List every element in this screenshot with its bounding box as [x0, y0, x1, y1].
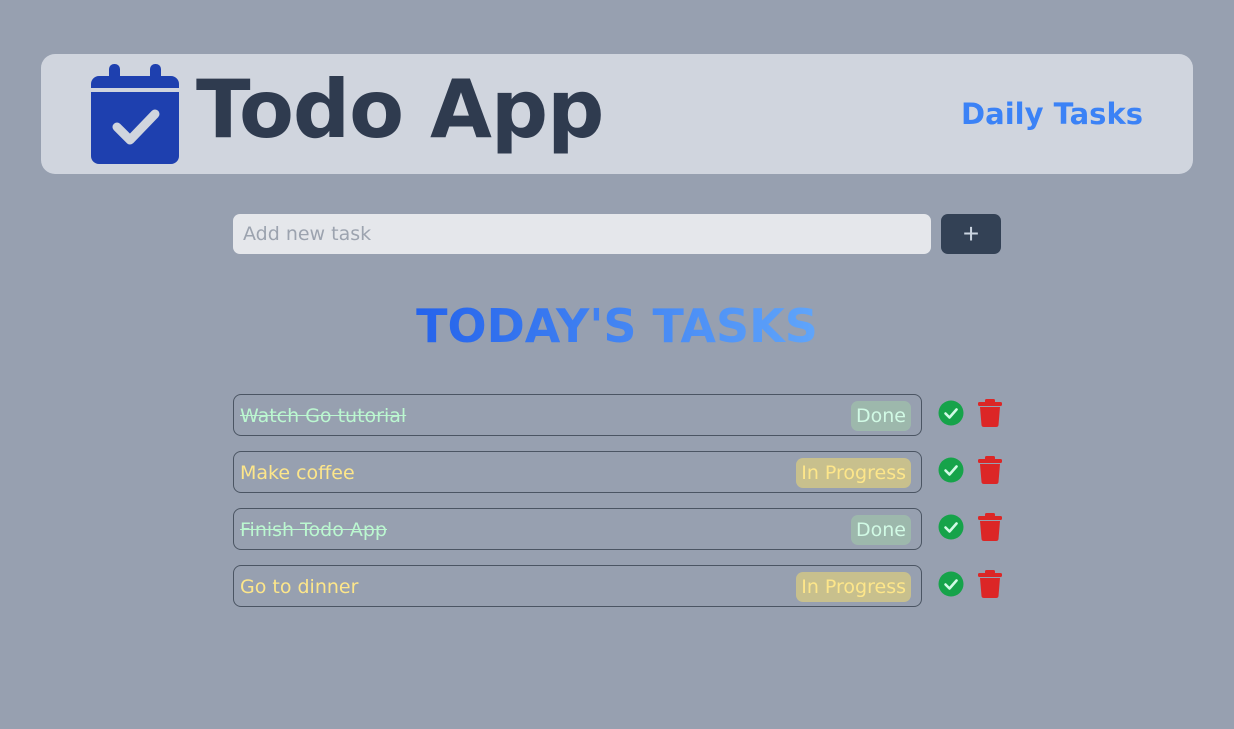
task-row: Watch Go tutorial Done: [233, 394, 1013, 436]
delete-trash-icon[interactable]: [977, 399, 1003, 427]
task-row: Go to dinner In Progress: [233, 565, 1013, 607]
status-badge: Done: [851, 401, 911, 431]
status-badge: Done: [851, 515, 911, 545]
task-text: Go to dinner: [240, 576, 359, 598]
complete-check-icon[interactable]: [938, 457, 964, 483]
calendar-check-icon: [91, 64, 179, 164]
status-badge: In Progress: [796, 572, 911, 602]
task-item[interactable]: Finish Todo App Done: [233, 508, 922, 550]
section-title-text: TODAY'S TASKS: [416, 299, 818, 353]
task-row: Make coffee In Progress: [233, 451, 1013, 493]
complete-check-icon[interactable]: [938, 571, 964, 597]
task-item[interactable]: Go to dinner In Progress: [233, 565, 922, 607]
delete-trash-icon[interactable]: [977, 570, 1003, 598]
section-title: TODAY'S TASKS: [0, 296, 1234, 356]
complete-check-icon[interactable]: [938, 400, 964, 426]
task-item[interactable]: Make coffee In Progress: [233, 451, 922, 493]
new-task-input[interactable]: [233, 214, 931, 254]
app-title: Todo App: [196, 63, 604, 156]
task-item[interactable]: Watch Go tutorial Done: [233, 394, 922, 436]
complete-check-icon[interactable]: [938, 514, 964, 540]
task-list: Watch Go tutorial Done Make coffee In Pr…: [233, 394, 1013, 622]
add-task-button[interactable]: +: [941, 214, 1001, 254]
daily-tasks-link[interactable]: Daily Tasks: [961, 96, 1143, 132]
task-text: Finish Todo App: [240, 519, 387, 541]
add-task-form: +: [233, 214, 1001, 254]
delete-trash-icon[interactable]: [977, 456, 1003, 484]
delete-trash-icon[interactable]: [977, 513, 1003, 541]
status-badge: In Progress: [796, 458, 911, 488]
task-text: Watch Go tutorial: [240, 405, 407, 427]
app-header: Todo App Daily Tasks: [41, 54, 1193, 174]
task-row: Finish Todo App Done: [233, 508, 1013, 550]
task-text: Make coffee: [240, 462, 355, 484]
